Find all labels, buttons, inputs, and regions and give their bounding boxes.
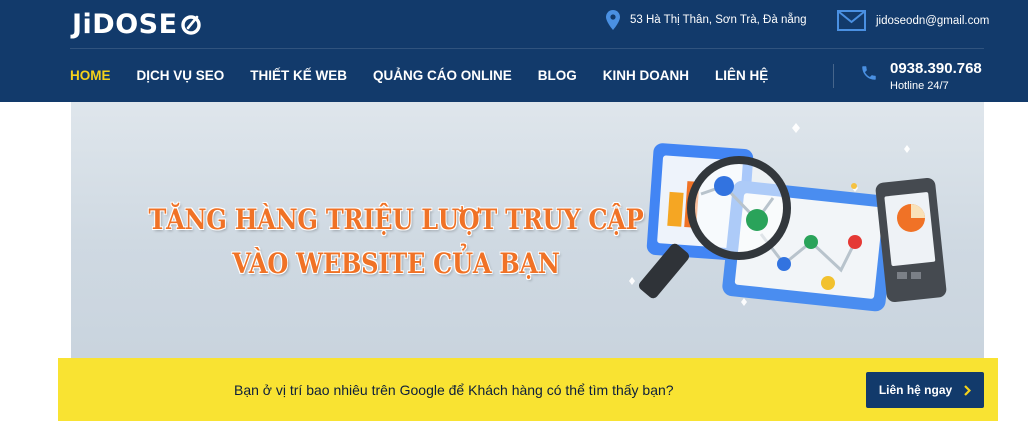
hotline-texts: 0938.390.768 Hotline 24/7 (890, 60, 982, 93)
logo-text: JiDOSE (72, 8, 178, 40)
hotline-divider (833, 64, 834, 88)
hotline-label: Hotline 24/7 (890, 80, 949, 92)
headline-line-2: VÀO WEBSITE CỦA BẠN (232, 247, 560, 280)
cta-bar: Bạn ở vị trí bao nhiêu trên Google để Kh… (58, 358, 998, 421)
hotline-phone: 0938.390.768 (890, 60, 982, 77)
phone-icon (860, 64, 878, 87)
headline-line-1: TĂNG HÀNG TRIỆU LƯỢT TRUY CẬP (148, 203, 644, 236)
phone-pie-icon (875, 177, 947, 303)
email-text: jidoseodn@gmail.com (876, 14, 990, 27)
nav-item-web-design[interactable]: THIẾT KẾ WEB (250, 68, 347, 83)
address-text: 53 Hà Thị Thân, Sơn Trà, Đà nẵng (630, 14, 807, 26)
contact-now-label: Liên hệ ngay (878, 383, 953, 397)
nav-item-home[interactable]: HOME (70, 68, 111, 83)
chevron-right-icon (964, 384, 972, 396)
location-pin-icon (606, 10, 620, 30)
nav-item-business[interactable]: KINH DOANH (603, 68, 689, 83)
envelope-icon (837, 10, 866, 31)
main-nav: HOME DỊCH VỤ SEO THIẾT KẾ WEB QUẢNG CÁO … (70, 57, 794, 93)
nav-item-online-ads[interactable]: QUẢNG CÁO ONLINE (373, 68, 512, 83)
site-logo[interactable]: JiDOSE (72, 4, 202, 44)
nav-item-contact[interactable]: LIÊN HỆ (715, 68, 768, 83)
hero-banner: TĂNG HÀNG TRIỆU LƯỢT TRUY CẬP VÀO WEBSIT… (71, 102, 984, 358)
contact-now-button[interactable]: Liên hệ ngay (866, 372, 984, 408)
logo-o-icon (180, 13, 202, 35)
banner-headline: TĂNG HÀNG TRIỆU LƯỢT TRUY CẬP VÀO WEBSIT… (71, 198, 721, 286)
nav-item-blog[interactable]: BLOG (538, 68, 577, 83)
header-email[interactable]: jidoseodn@gmail.com (837, 10, 989, 31)
header-address: 53 Hà Thị Thân, Sơn Trà, Đà nẵng (606, 10, 807, 30)
cta-question: Bạn ở vị trí bao nhiêu trên Google để Kh… (234, 382, 674, 398)
nav-item-seo-services[interactable]: DỊCH VỤ SEO (137, 68, 225, 83)
hotline[interactable]: 0938.390.768 Hotline 24/7 (860, 60, 982, 93)
site-header: JiDOSE 53 Hà Thị Thân, Sơn Trà, Đà nẵng … (0, 0, 1028, 102)
header-divider (70, 48, 984, 49)
